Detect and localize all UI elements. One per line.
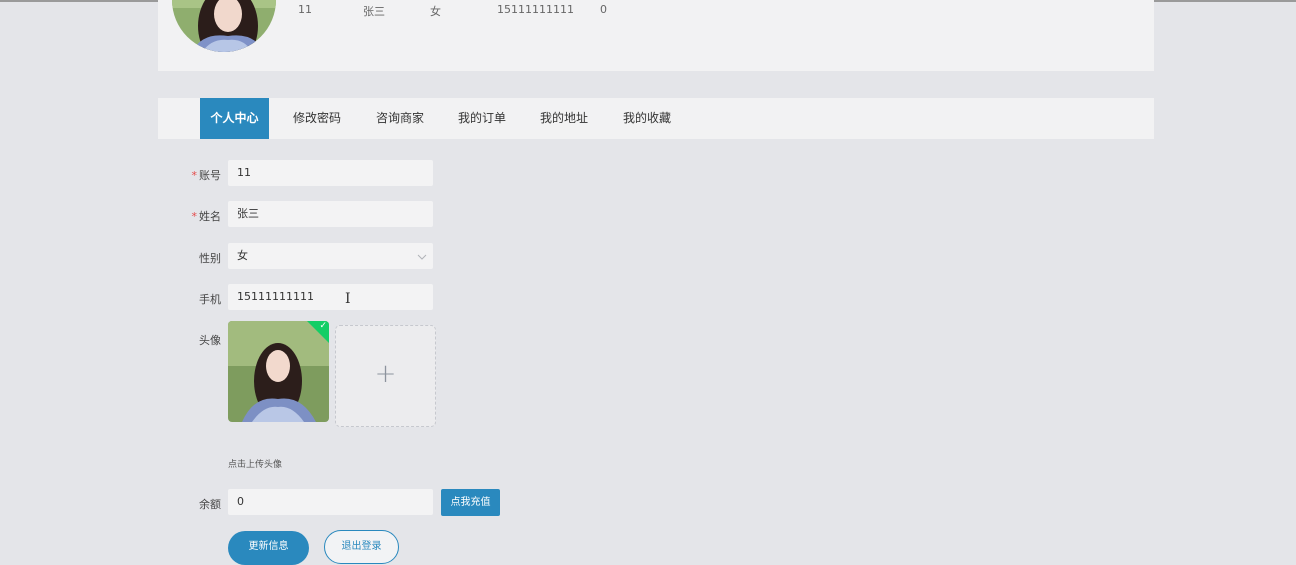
tab-personal-center[interactable]: 个人中心: [200, 98, 269, 139]
uploaded-avatar-thumbnail[interactable]: ✓: [228, 321, 329, 422]
profile-avatar: [172, 0, 276, 52]
gender-select[interactable]: 女: [228, 243, 433, 269]
logout-button[interactable]: 退出登录: [324, 530, 399, 564]
tab-change-password[interactable]: 修改密码: [284, 98, 350, 139]
phone-label: 手机: [199, 293, 221, 306]
upload-tip: 点击上传头像: [228, 460, 283, 470]
name-label: * 姓名: [191, 210, 222, 223]
avatar-label: 头像: [199, 334, 221, 347]
plus-icon: +: [374, 359, 397, 389]
tab-my-orders[interactable]: 我的订单: [449, 98, 515, 139]
avatar-upload-button[interactable]: +: [335, 325, 436, 427]
update-info-button[interactable]: 更新信息: [228, 531, 309, 565]
profile-phone: 15111111111: [497, 3, 574, 16]
name-input[interactable]: [228, 201, 433, 227]
balance-label: 余额: [199, 498, 221, 511]
tab-my-address[interactable]: 我的地址: [531, 98, 597, 139]
required-mark: *: [191, 210, 198, 223]
profile-name: 张三: [363, 5, 385, 18]
check-icon: ✓: [319, 321, 327, 331]
tab-my-favorites[interactable]: 我的收藏: [614, 98, 680, 139]
text-cursor-icon: I: [345, 291, 351, 307]
profile-balance: 0: [600, 3, 607, 16]
gender-label: 性别: [199, 252, 221, 265]
account-label: * 账号: [191, 169, 222, 182]
required-mark: *: [191, 169, 198, 182]
recharge-button[interactable]: 点我充值: [441, 489, 500, 516]
chevron-down-icon: [417, 254, 427, 260]
tab-consult-merchant[interactable]: 咨询商家: [367, 98, 433, 139]
profile-gender: 女: [430, 5, 441, 18]
user-center-tabs: 个人中心 修改密码 咨询商家 我的订单 我的地址 我的收藏: [158, 98, 1154, 139]
phone-input[interactable]: [228, 284, 433, 310]
account-input[interactable]: [228, 160, 433, 186]
balance-input[interactable]: [228, 489, 433, 515]
profile-summary-card: 11 张三 女 15111111111 0: [158, 0, 1154, 71]
profile-account: 11: [298, 3, 312, 16]
